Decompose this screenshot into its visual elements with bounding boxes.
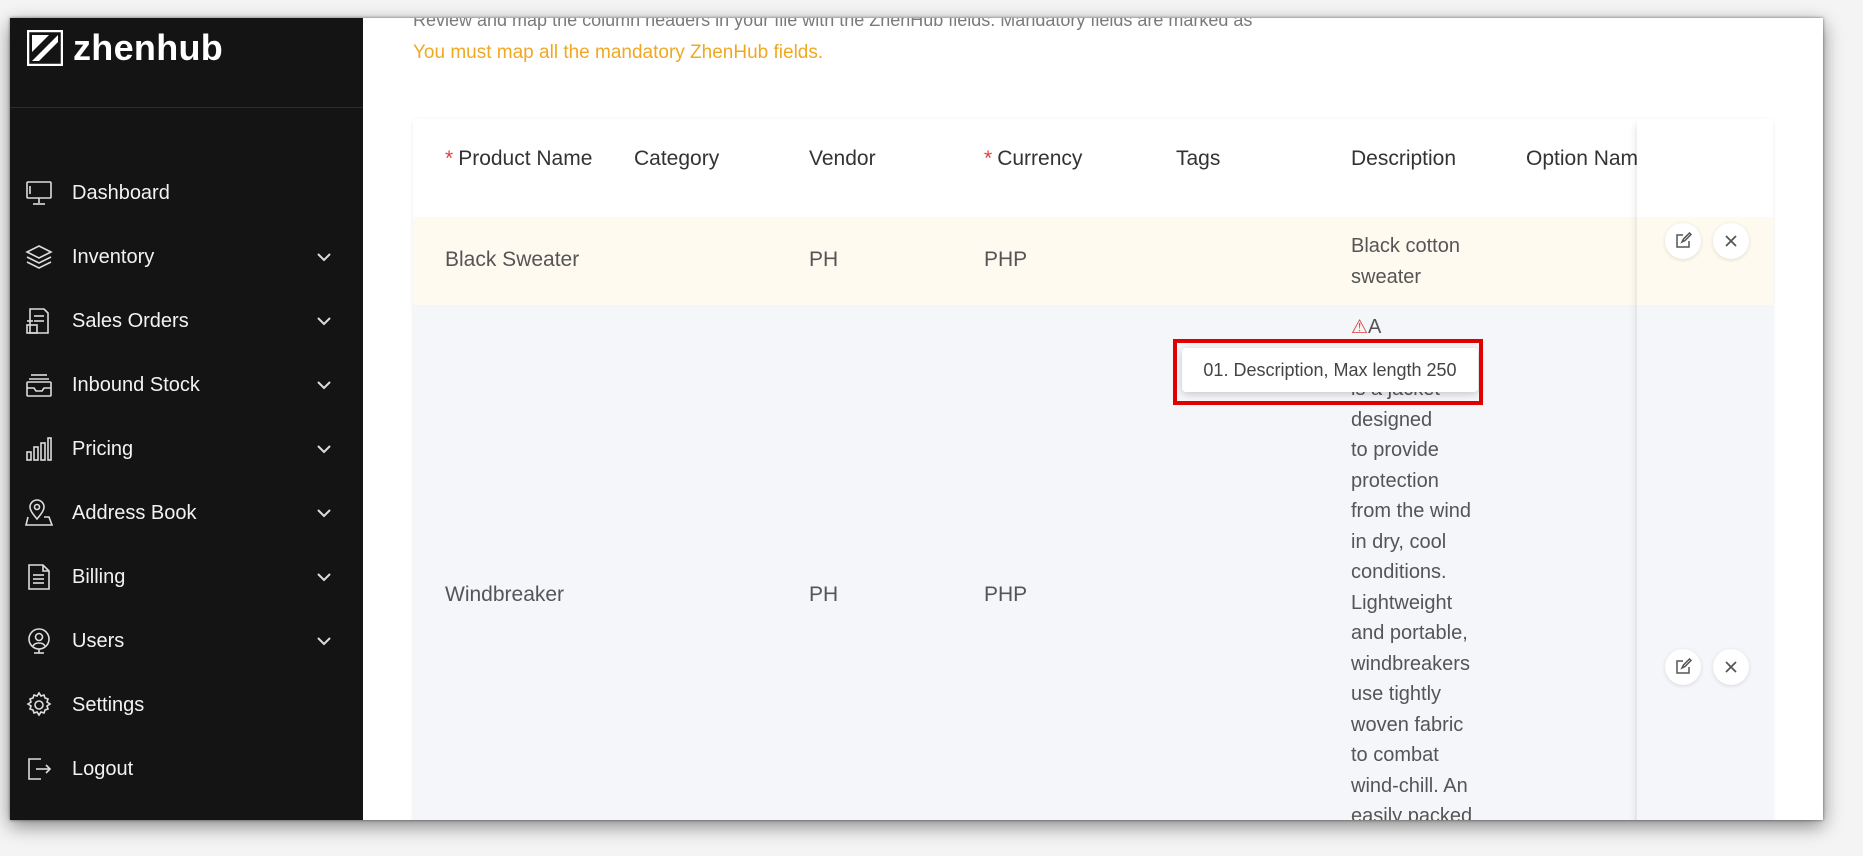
cell-product-name: Black Sweater xyxy=(445,248,580,271)
sidebar-item-inventory[interactable]: Inventory xyxy=(10,225,363,289)
column-header-currency[interactable]: * Currency xyxy=(984,147,1082,171)
intro-text: Review and map the column headers in you… xyxy=(413,18,1253,30)
main-content: Review and map the column headers in you… xyxy=(363,18,1823,820)
table-row: Windbreaker PH PHP ⚠A windbreaker is a j… xyxy=(413,305,1773,820)
description-line: sweater xyxy=(1351,265,1422,288)
sidebar-item-pricing[interactable]: Pricing xyxy=(10,417,363,481)
bar-chart-icon xyxy=(24,434,54,464)
cell-product-name: Windbreaker xyxy=(445,583,565,606)
column-header-option-name[interactable]: Option Nam xyxy=(1526,147,1637,171)
sidebar-item-billing[interactable]: Billing xyxy=(10,545,363,609)
layers-icon xyxy=(24,242,54,272)
sidebar: zhenhub Dashboard Inventory Sales Orders… xyxy=(10,18,363,820)
sidebar-item-label: Sales Orders xyxy=(72,309,189,332)
edit-row-button[interactable] xyxy=(1665,649,1701,685)
app-window: zhenhub Dashboard Inventory Sales Orders… xyxy=(10,18,1823,820)
description-line: designed xyxy=(1351,408,1433,431)
edit-icon xyxy=(1676,232,1692,248)
chevron-down-icon xyxy=(317,573,331,582)
sidebar-item-label: Pricing xyxy=(72,437,134,460)
description-line: conditions. xyxy=(1351,561,1447,583)
column-header-description[interactable]: Description xyxy=(1351,147,1456,171)
edit-icon xyxy=(1676,658,1692,674)
cell-currency: PHP xyxy=(984,583,1028,606)
file-cabinet-icon xyxy=(24,306,54,336)
inbox-tray-icon xyxy=(24,370,54,400)
table-header: * Product Name Category Vendor * Currency … xyxy=(413,119,1773,217)
cell-currency: PHP xyxy=(984,248,1028,271)
sidebar-item-sales-orders[interactable]: Sales Orders xyxy=(10,289,363,353)
sidebar-item-label: Users xyxy=(72,629,125,652)
description-line: and portable, xyxy=(1351,622,1468,644)
column-header-product-name[interactable]: * Product Name xyxy=(445,147,592,171)
cell-description: Black cotton sweater xyxy=(1351,231,1460,292)
map-pin-icon xyxy=(24,498,54,528)
description-line: windbreakers xyxy=(1351,652,1470,675)
description-line: protection xyxy=(1351,469,1439,492)
gear-icon xyxy=(24,690,54,720)
column-header-vendor[interactable]: Vendor xyxy=(809,147,876,171)
description-line: in dry, cool xyxy=(1351,530,1447,553)
chevron-down-icon xyxy=(317,445,331,454)
highlight-annotation xyxy=(1173,339,1483,405)
user-globe-icon xyxy=(24,626,54,656)
description-line: A xyxy=(1368,316,1382,338)
logout-icon xyxy=(24,754,54,784)
sidebar-item-label: Inbound Stock xyxy=(72,373,200,396)
column-header-tags[interactable]: Tags xyxy=(1176,147,1220,171)
required-marker: * xyxy=(984,147,993,170)
description-line: Black cotton xyxy=(1351,235,1460,257)
chevron-down-icon xyxy=(317,509,331,518)
description-line: use tightly xyxy=(1351,683,1442,705)
description-line: to combat xyxy=(1351,744,1439,766)
description-line: woven fabric xyxy=(1351,713,1464,736)
close-icon xyxy=(1725,661,1737,673)
sidebar-item-address-book[interactable]: Address Book xyxy=(10,481,363,545)
sidebar-item-users[interactable]: Users xyxy=(10,609,363,673)
chevron-down-icon xyxy=(317,253,331,262)
description-line: from the wind xyxy=(1351,500,1472,522)
brand-name: zhenhub xyxy=(73,27,224,68)
monitor-icon xyxy=(24,178,54,208)
warning-triangle-icon: ⚠ xyxy=(1351,317,1369,338)
sidebar-item-label: Inventory xyxy=(72,245,155,268)
zhenhub-logo-icon xyxy=(27,30,63,66)
description-line: to provide xyxy=(1351,439,1439,461)
required-marker: * xyxy=(445,147,454,170)
sidebar-item-logout[interactable]: Logout xyxy=(10,737,363,801)
remove-row-button[interactable] xyxy=(1713,649,1749,685)
sidebar-item-label: Logout xyxy=(72,757,134,780)
sidebar-item-dashboard[interactable]: Dashboard xyxy=(10,161,363,225)
column-header-category[interactable]: Category xyxy=(634,147,719,171)
edit-row-button[interactable] xyxy=(1665,223,1701,259)
remove-row-button[interactable] xyxy=(1713,223,1749,259)
cell-vendor: PH xyxy=(809,248,839,271)
description-line: easily packed xyxy=(1351,805,1473,820)
chevron-down-icon xyxy=(317,637,331,646)
sidebar-item-settings[interactable]: Settings xyxy=(10,673,363,737)
brand-logo[interactable]: zhenhub xyxy=(27,26,223,70)
sidebar-item-label: Address Book xyxy=(72,501,197,524)
document-icon xyxy=(24,562,54,592)
mandatory-warning: You must map all the mandatory ZhenHub f… xyxy=(413,42,824,63)
description-line: wind-chill. An xyxy=(1351,774,1468,797)
chevron-down-icon xyxy=(317,317,331,326)
close-icon xyxy=(1725,235,1737,247)
cell-vendor: PH xyxy=(809,583,839,606)
sidebar-item-label: Billing xyxy=(72,565,126,588)
chevron-down-icon xyxy=(317,381,331,390)
sidebar-item-inbound-stock[interactable]: Inbound Stock xyxy=(10,353,363,417)
mapping-table: * Product Name Category Vendor * Currency … xyxy=(413,119,1773,820)
description-line: Lightweight xyxy=(1351,591,1453,614)
table-row: Black Sweater PH PHP Black cotton sweate… xyxy=(413,217,1773,305)
sidebar-item-label: Settings xyxy=(72,693,145,716)
sidebar-item-label: Dashboard xyxy=(72,181,170,204)
actions-column xyxy=(1637,119,1773,820)
sidebar-divider xyxy=(10,107,363,108)
